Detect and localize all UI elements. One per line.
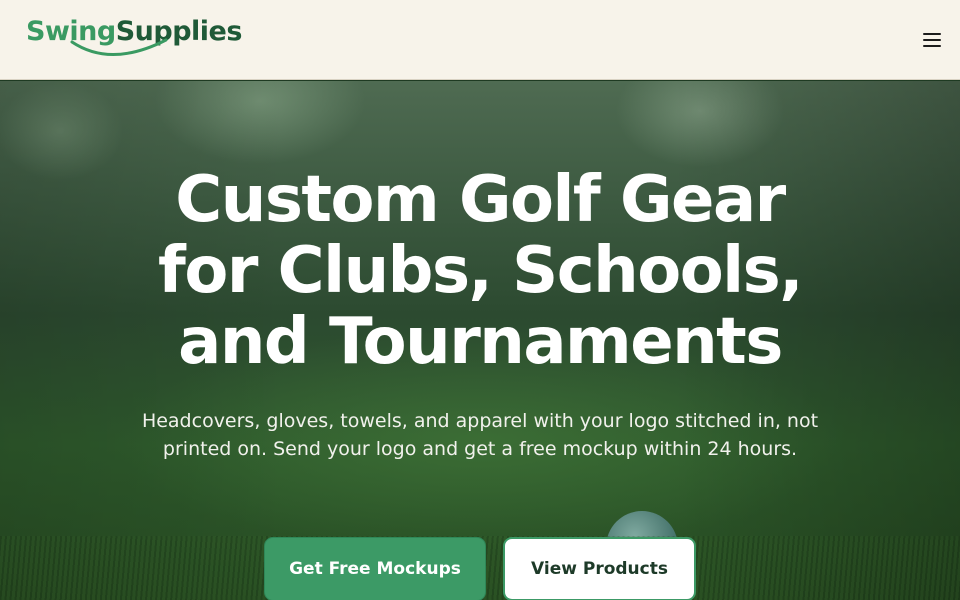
hero-title-line: for Clubs, Schools, — [158, 234, 804, 308]
hamburger-menu-icon[interactable] — [918, 28, 946, 52]
hero-title-line: and Tournaments — [178, 305, 783, 379]
view-products-button[interactable]: View Products — [503, 537, 696, 600]
logo-swoosh-icon — [70, 38, 168, 56]
site-header: SwingSupplies — [0, 0, 960, 80]
hero-title-line: Custom Golf Gear — [175, 163, 786, 237]
menu-bar — [923, 33, 941, 35]
hero-section: Custom Golf Gear for Clubs, Schools, and… — [0, 81, 960, 600]
hero-subtitle-line: Headcovers, gloves, towels, and apparel … — [141, 410, 819, 432]
menu-bar — [923, 45, 941, 47]
menu-bar — [923, 39, 941, 41]
hero-title: Custom Golf Gear for Clubs, Schools, and… — [130, 165, 830, 378]
hero-subtitle: Headcovers, gloves, towels, and apparel … — [140, 407, 820, 463]
site-logo[interactable]: SwingSupplies — [26, 14, 242, 62]
hero-subtitle-line: printed on. Send your logo and get a fre… — [162, 438, 798, 460]
get-free-mockups-button[interactable]: Get Free Mockups — [264, 537, 486, 600]
